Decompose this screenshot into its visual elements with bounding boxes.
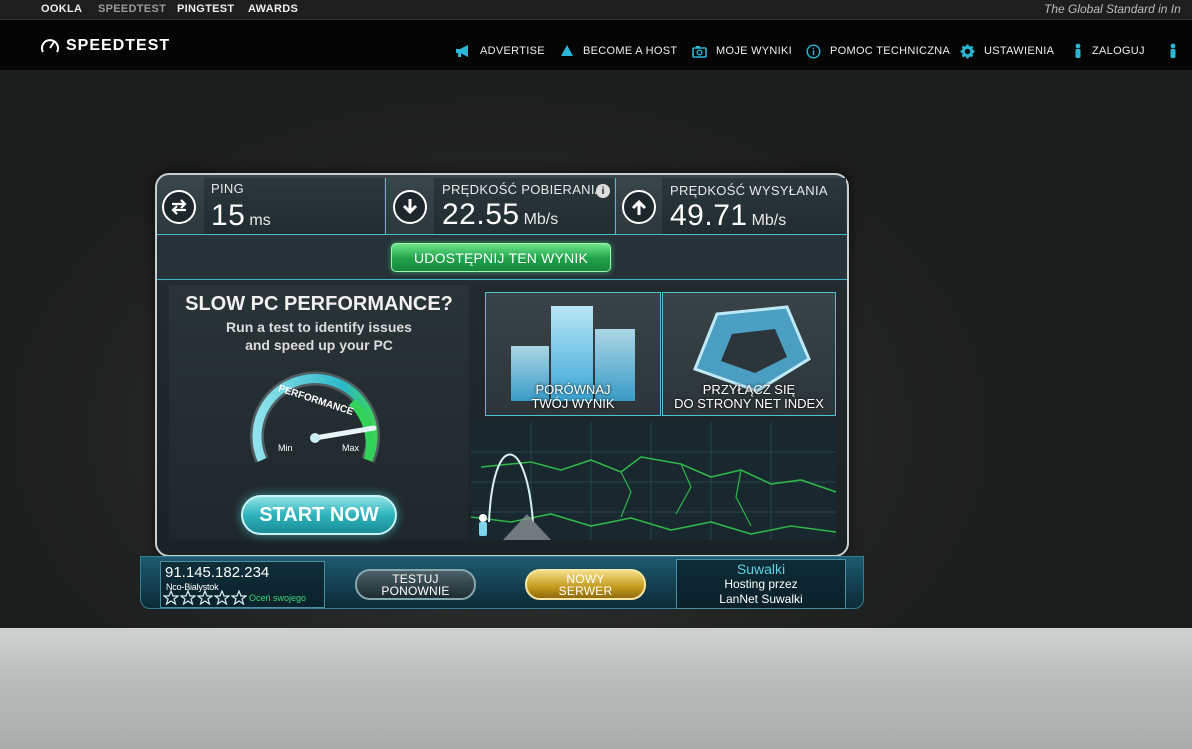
tagline: The Global Standard in In (1044, 2, 1181, 16)
download-unit: Mb/s (523, 211, 559, 228)
star-icon[interactable] (231, 590, 247, 605)
compare-tile-label: PORÓWNAJ TWÓJ WYNIK (486, 383, 660, 411)
new-server-button[interactable]: NOWY SERWER (525, 569, 646, 600)
upload-value: 49.71 (670, 199, 748, 232)
star-icon[interactable] (163, 590, 179, 605)
server-info: Suwalki Hosting przez LanNet Suwalki (676, 562, 846, 607)
new-server-label-line: NOWY (566, 571, 605, 586)
upload-icon (622, 190, 656, 224)
server-city: Suwalki (736, 561, 786, 577)
download-value: 22.55 (442, 198, 520, 231)
camera-icon (692, 45, 707, 58)
ad-subtitle: Run a test to identify issues and speed … (169, 318, 469, 354)
ad-title: SLOW PC PERFORMANCE? (185, 293, 453, 315)
retest-label-line: TESTUJ (392, 571, 439, 586)
info-icon (806, 43, 821, 59)
megaphone-icon (456, 45, 468, 57)
ping-value: 15 (211, 199, 246, 232)
ping-label: PING (211, 181, 244, 196)
nav-become-a-host[interactable]: BECOME A HOST (560, 44, 677, 58)
server-host-line: LanNet Suwalki (719, 592, 803, 606)
toplink-speedtest[interactable]: SPEEDTEST (98, 3, 166, 15)
download-label: PRĘDKOŚĆ POBIERANIA (442, 182, 604, 197)
tile-label-line: PRZYŁĄCZ SIĘ (702, 382, 796, 397)
gauge-max-label: Max (342, 443, 360, 453)
net-index-tile-label: PRZYŁĄCZ SIĘ DO STRONY NET INDEX (663, 383, 835, 411)
results-divider (615, 178, 616, 234)
nav-label: BECOME A HOST (583, 45, 678, 57)
tile-label-line: DO STRONY NET INDEX (674, 396, 824, 411)
net-index-tile[interactable]: PRZYŁĄCZ SIĘ DO STRONY NET INDEX (662, 292, 836, 416)
nav-label: ZALOGUJ (1092, 45, 1145, 57)
performance-gauge: PERFORMANCE Min Max (250, 371, 380, 463)
ad-subtitle-line: Run a test to identify issues (226, 319, 412, 335)
floor (0, 631, 1192, 749)
start-now-button[interactable]: START NOW (241, 495, 397, 535)
retest-label-line: PONOWNIE (381, 583, 450, 598)
rate-isp-text[interactable]: Oceń swojego (249, 593, 306, 603)
ping-value-group: 15 ms (211, 199, 271, 233)
drop-icon (561, 45, 573, 56)
speedometer-icon (41, 39, 59, 53)
star-icon[interactable] (214, 590, 230, 605)
gear-icon (960, 44, 975, 58)
upload-label: PRĘDKOŚĆ WYSYŁANIA (670, 183, 828, 198)
nav-label: MOJE WYNIKI (716, 45, 793, 57)
ping-unit: ms (249, 212, 271, 229)
nav-label: POMOC TECHNICZNA (830, 45, 951, 57)
logo-text: SPEEDTEST (66, 37, 171, 54)
retest-button[interactable]: TESTUJ PONOWNIE (355, 569, 476, 600)
nav-label: ADVERTISE (480, 45, 545, 57)
server-host-line: Hosting przez (724, 577, 798, 591)
star-icon[interactable] (180, 590, 196, 605)
person-icon (1170, 43, 1176, 58)
download-info-icon[interactable]: i (596, 184, 610, 198)
speedtest-logo[interactable]: SPEEDTEST (40, 37, 170, 55)
results-divider (385, 178, 386, 234)
tile-label-line: PORÓWNAJ (535, 382, 611, 397)
nav-zaloguj[interactable]: ZALOGUJ (1073, 43, 1145, 58)
upload-unit: Mb/s (751, 212, 787, 229)
compare-result-tile[interactable]: PORÓWNAJ TWÓJ WYNIK (485, 292, 661, 416)
ad-subtitle-line: and speed up your PC (245, 337, 393, 353)
toplink-awards[interactable]: AWARDS (248, 3, 298, 15)
toplink-pingtest[interactable]: PINGTEST (177, 3, 234, 15)
toplink-ookla[interactable]: OOKLA (41, 3, 82, 15)
ping-icon (162, 190, 196, 224)
nav-overflow-item[interactable] (1168, 43, 1178, 58)
tile-label-line: TWÓJ WYNIK (531, 396, 615, 411)
download-value-group: 22.55 Mb/s (442, 198, 558, 232)
star-icon[interactable] (197, 590, 213, 605)
nav-advertise[interactable]: ADVERTISE (455, 44, 545, 58)
share-result-button[interactable]: UDOSTĘPNIJ TEN WYNIK (391, 243, 611, 272)
new-server-label-line: SERWER (558, 583, 613, 598)
upload-value-group: 49.71 Mb/s (670, 199, 786, 233)
ip-address: 91.145.182.234 (165, 564, 270, 581)
download-icon (393, 190, 427, 224)
rating-stars[interactable] (163, 590, 247, 605)
server-map[interactable] (471, 422, 836, 540)
nav-ustawienia[interactable]: USTAWIENIA (960, 44, 1054, 58)
gauge-min-label: Min (278, 443, 293, 453)
nav-pomoc-techniczna[interactable]: POMOC TECHNICZNA (806, 43, 951, 59)
nav-label: USTAWIENIA (984, 45, 1055, 57)
nav-moje-wyniki[interactable]: MOJE WYNIKI (692, 44, 792, 58)
person-icon (1075, 43, 1081, 58)
